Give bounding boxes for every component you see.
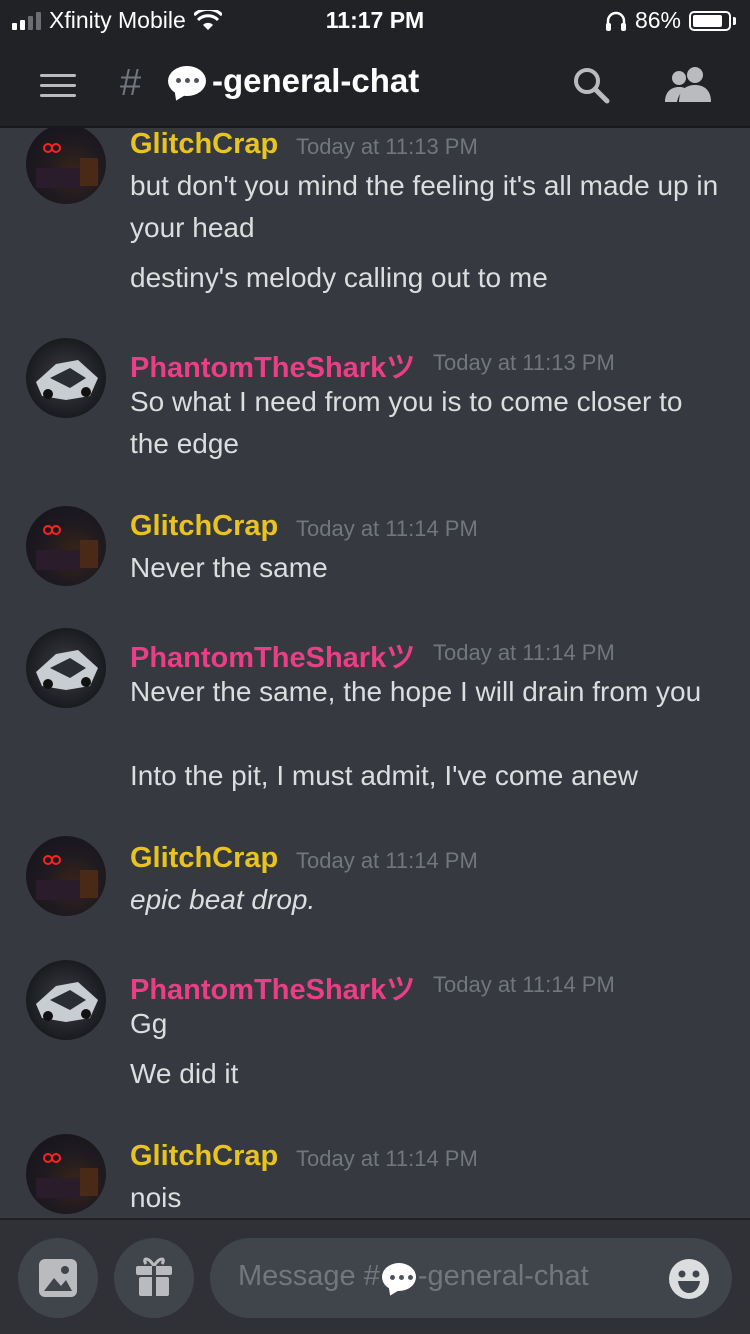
author-name[interactable]: PhantomTheSharkツ <box>130 344 415 386</box>
emoji-icon[interactable] <box>668 1258 710 1300</box>
message-list[interactable]: GlitchCrap Today at 11:13 PM but don't y… <box>0 128 750 1218</box>
channel-title[interactable]: -general-chat <box>168 62 419 100</box>
avatar[interactable] <box>26 1134 106 1214</box>
image-icon <box>39 1259 77 1297</box>
placeholder-prefix: Message # <box>238 1260 380 1292</box>
message-text: We did it <box>130 1058 239 1089</box>
avatar[interactable] <box>26 338 106 418</box>
timestamp: Today at 11:14 PM <box>296 516 478 541</box>
speech-bubble-icon <box>168 66 206 96</box>
avatar[interactable] <box>26 960 106 1040</box>
status-right: 86% <box>605 7 736 34</box>
status-bar: Xfinity Mobile 11:17 PM 86% <box>0 0 750 40</box>
message-text: but don't you mind the feeling it's all … <box>130 170 719 243</box>
avatar[interactable] <box>26 506 106 586</box>
message-text: Never the same <box>130 552 328 583</box>
gift-icon <box>136 1257 172 1296</box>
timestamp: Today at 11:14 PM <box>296 848 478 873</box>
battery-icon <box>689 10 731 31</box>
timestamp: Today at 11:14 PM <box>433 640 615 665</box>
message-text: Into the pit, I must admit, I've come an… <box>130 760 639 791</box>
hash-icon: # <box>120 62 142 104</box>
author-name[interactable]: GlitchCrap <box>130 510 278 543</box>
message-input[interactable]: Message # -general-chat <box>210 1238 732 1318</box>
avatar[interactable] <box>26 836 106 916</box>
author-name[interactable]: PhantomTheSharkツ <box>130 634 415 676</box>
message-text: So what I need from you is to come close… <box>130 386 683 459</box>
author-name[interactable]: GlitchCrap <box>130 1140 278 1173</box>
message-text: Gg <box>130 1008 168 1039</box>
avatar[interactable] <box>26 628 106 708</box>
attach-image-button[interactable] <box>18 1238 98 1318</box>
channel-header: # -general-chat <box>0 40 750 128</box>
author-name[interactable]: PhantomTheSharkツ <box>130 966 415 1008</box>
timestamp: Today at 11:13 PM <box>433 350 615 375</box>
timestamp: Today at 11:13 PM <box>296 134 478 159</box>
headphones-icon <box>605 11 626 31</box>
battery-fill <box>693 14 722 27</box>
search-icon[interactable] <box>572 66 610 104</box>
author-name[interactable]: GlitchCrap <box>130 842 278 875</box>
message-text: nois <box>130 1182 182 1213</box>
members-icon[interactable] <box>664 66 712 104</box>
battery-percent: 86% <box>634 7 681 33</box>
avatar[interactable] <box>26 128 106 204</box>
message-composer: Message # -general-chat <box>0 1218 750 1334</box>
channel-name: -general-chat <box>212 62 420 99</box>
gift-button[interactable] <box>114 1238 194 1318</box>
author-name[interactable]: GlitchCrap <box>130 128 278 161</box>
menu-icon[interactable] <box>40 74 76 98</box>
timestamp: Today at 11:14 PM <box>296 1146 478 1171</box>
timestamp: Today at 11:14 PM <box>433 972 615 997</box>
speech-bubble-icon <box>381 1262 416 1291</box>
message-text: destiny's melody calling out to me <box>130 262 548 293</box>
message-input-placeholder: Message # -general-chat <box>238 1260 589 1293</box>
placeholder-channel: -general-chat <box>417 1260 589 1292</box>
message-text: epic beat drop. <box>130 884 316 915</box>
battery-tip <box>733 16 736 25</box>
message-text: Never the same, the hope I will drain fr… <box>130 676 702 707</box>
